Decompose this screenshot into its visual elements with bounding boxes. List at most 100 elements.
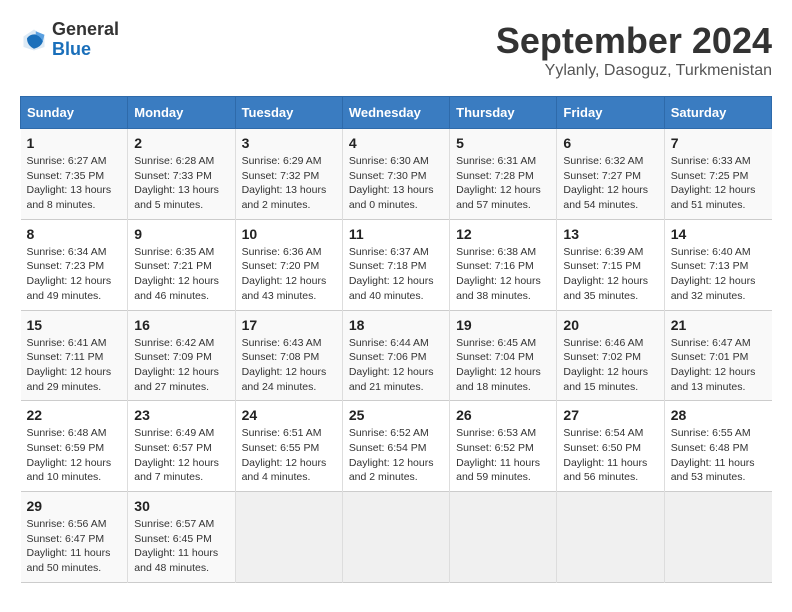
cell-info: Sunrise: 6:53 AMSunset: 6:52 PMDaylight:…	[456, 427, 540, 483]
cell-info: Sunrise: 6:34 AMSunset: 7:23 PMDaylight:…	[27, 246, 112, 302]
calendar-cell: 10 Sunrise: 6:36 AMSunset: 7:20 PMDayligh…	[235, 219, 342, 310]
calendar-cell: 20 Sunrise: 6:46 AMSunset: 7:02 PMDayligh…	[557, 310, 664, 401]
calendar-cell: 22 Sunrise: 6:48 AMSunset: 6:59 PMDayligh…	[21, 401, 128, 492]
day-number: 21	[671, 317, 766, 333]
day-number: 29	[27, 498, 122, 514]
cell-info: Sunrise: 6:32 AMSunset: 7:27 PMDaylight:…	[563, 155, 648, 211]
logo-icon	[20, 26, 48, 54]
cell-info: Sunrise: 6:46 AMSunset: 7:02 PMDaylight:…	[563, 337, 648, 393]
day-number: 14	[671, 226, 766, 242]
calendar-cell: 8 Sunrise: 6:34 AMSunset: 7:23 PMDaylight…	[21, 219, 128, 310]
cell-info: Sunrise: 6:47 AMSunset: 7:01 PMDaylight:…	[671, 337, 756, 393]
cell-info: Sunrise: 6:31 AMSunset: 7:28 PMDaylight:…	[456, 155, 541, 211]
calendar-cell: 15 Sunrise: 6:41 AMSunset: 7:11 PMDayligh…	[21, 310, 128, 401]
calendar-cell	[342, 492, 449, 583]
day-number: 7	[671, 135, 766, 151]
cell-info: Sunrise: 6:27 AMSunset: 7:35 PMDaylight:…	[27, 155, 112, 211]
month-title: September 2024	[496, 20, 772, 62]
calendar-cell: 17Sunrise: 6:43 AMSunset: 7:08 PMDayligh…	[235, 310, 342, 401]
calendar-table: SundayMondayTuesdayWednesdayThursdayFrid…	[20, 96, 772, 583]
logo-text: General Blue	[52, 20, 119, 60]
day-number: 5	[456, 135, 550, 151]
cell-info: Sunrise: 6:28 AMSunset: 7:33 PMDaylight:…	[134, 155, 219, 211]
day-number: 19	[456, 317, 550, 333]
calendar-cell: 18 Sunrise: 6:44 AMSunset: 7:06 PMDayligh…	[342, 310, 449, 401]
cell-info: Sunrise: 6:40 AMSunset: 7:13 PMDaylight:…	[671, 246, 756, 302]
calendar-cell: 25Sunrise: 6:52 AMSunset: 6:54 PMDayligh…	[342, 401, 449, 492]
cell-info: Sunrise: 6:37 AMSunset: 7:18 PMDaylight:…	[349, 246, 434, 302]
day-number: 25	[349, 407, 443, 423]
day-number: 26	[456, 407, 550, 423]
calendar-cell: 5 Sunrise: 6:31 AMSunset: 7:28 PMDaylight…	[450, 129, 557, 220]
calendar-cell: 3Sunrise: 6:29 AMSunset: 7:32 PMDaylight…	[235, 129, 342, 220]
day-number: 2	[134, 135, 228, 151]
day-number: 10	[242, 226, 336, 242]
weekday-header-saturday: Saturday	[664, 97, 771, 129]
calendar-week-row: 29 Sunrise: 6:56 AMSunset: 6:47 PMDayligh…	[21, 492, 772, 583]
calendar-cell: 27 Sunrise: 6:54 AMSunset: 6:50 PMDayligh…	[557, 401, 664, 492]
weekday-header-friday: Friday	[557, 97, 664, 129]
cell-info: Sunrise: 6:55 AMSunset: 6:48 PMDaylight:…	[671, 427, 755, 483]
day-number: 18	[349, 317, 443, 333]
calendar-cell: 11 Sunrise: 6:37 AMSunset: 7:18 PMDayligh…	[342, 219, 449, 310]
day-number: 12	[456, 226, 550, 242]
calendar-week-row: 15 Sunrise: 6:41 AMSunset: 7:11 PMDayligh…	[21, 310, 772, 401]
cell-info: Sunrise: 6:56 AMSunset: 6:47 PMDaylight:…	[27, 518, 111, 574]
cell-info: Sunrise: 6:44 AMSunset: 7:06 PMDaylight:…	[349, 337, 434, 393]
day-number: 23	[134, 407, 228, 423]
cell-info: Sunrise: 6:54 AMSunset: 6:50 PMDaylight:…	[563, 427, 647, 483]
day-number: 11	[349, 226, 443, 242]
cell-info: Sunrise: 6:38 AMSunset: 7:16 PMDaylight:…	[456, 246, 541, 302]
calendar-cell	[235, 492, 342, 583]
cell-info: Sunrise: 6:35 AMSunset: 7:21 PMDaylight:…	[134, 246, 219, 302]
cell-info: Sunrise: 6:36 AMSunset: 7:20 PMDaylight:…	[242, 246, 327, 302]
calendar-cell: 1 Sunrise: 6:27 AMSunset: 7:35 PMDaylight…	[21, 129, 128, 220]
calendar-cell	[664, 492, 771, 583]
calendar-cell: 21 Sunrise: 6:47 AMSunset: 7:01 PMDayligh…	[664, 310, 771, 401]
day-number: 17	[242, 317, 336, 333]
cell-info: Sunrise: 6:45 AMSunset: 7:04 PMDaylight:…	[456, 337, 541, 393]
day-number: 27	[563, 407, 657, 423]
calendar-cell: 13 Sunrise: 6:39 AMSunset: 7:15 PMDayligh…	[557, 219, 664, 310]
title-block: September 2024 Yylanly, Dasoguz, Turkmen…	[496, 20, 772, 80]
cell-info: Sunrise: 6:29 AMSunset: 7:32 PMDaylight:…	[242, 155, 327, 211]
day-number: 20	[563, 317, 657, 333]
calendar-cell: 28 Sunrise: 6:55 AMSunset: 6:48 PMDayligh…	[664, 401, 771, 492]
cell-info: Sunrise: 6:57 AMSunset: 6:45 PMDaylight:…	[134, 518, 218, 574]
calendar-cell: 19 Sunrise: 6:45 AMSunset: 7:04 PMDayligh…	[450, 310, 557, 401]
cell-info: Sunrise: 6:30 AMSunset: 7:30 PMDaylight:…	[349, 155, 434, 211]
weekday-header-monday: Monday	[128, 97, 235, 129]
day-number: 8	[27, 226, 122, 242]
day-number: 15	[27, 317, 122, 333]
calendar-cell: 23 Sunrise: 6:49 AMSunset: 6:57 PMDayligh…	[128, 401, 235, 492]
day-number: 13	[563, 226, 657, 242]
calendar-week-row: 22 Sunrise: 6:48 AMSunset: 6:59 PMDayligh…	[21, 401, 772, 492]
calendar-cell: 24 Sunrise: 6:51 AMSunset: 6:55 PMDayligh…	[235, 401, 342, 492]
cell-info: Sunrise: 6:48 AMSunset: 6:59 PMDaylight:…	[27, 427, 112, 483]
calendar-cell: 30Sunrise: 6:57 AMSunset: 6:45 PMDayligh…	[128, 492, 235, 583]
cell-info: Sunrise: 6:41 AMSunset: 7:11 PMDaylight:…	[27, 337, 112, 393]
cell-info: Sunrise: 6:33 AMSunset: 7:25 PMDaylight:…	[671, 155, 756, 211]
cell-info: Sunrise: 6:51 AMSunset: 6:55 PMDaylight:…	[242, 427, 327, 483]
logo: General Blue	[20, 20, 119, 60]
day-number: 24	[242, 407, 336, 423]
calendar-cell: 2 Sunrise: 6:28 AMSunset: 7:33 PMDaylight…	[128, 129, 235, 220]
cell-info: Sunrise: 6:49 AMSunset: 6:57 PMDaylight:…	[134, 427, 219, 483]
calendar-cell	[450, 492, 557, 583]
weekday-header-thursday: Thursday	[450, 97, 557, 129]
calendar-week-row: 1 Sunrise: 6:27 AMSunset: 7:35 PMDaylight…	[21, 129, 772, 220]
calendar-cell: 16Sunrise: 6:42 AMSunset: 7:09 PMDayligh…	[128, 310, 235, 401]
calendar-cell: 7 Sunrise: 6:33 AMSunset: 7:25 PMDaylight…	[664, 129, 771, 220]
day-number: 1	[27, 135, 122, 151]
weekday-header-row: SundayMondayTuesdayWednesdayThursdayFrid…	[21, 97, 772, 129]
day-number: 4	[349, 135, 443, 151]
day-number: 28	[671, 407, 766, 423]
cell-info: Sunrise: 6:39 AMSunset: 7:15 PMDaylight:…	[563, 246, 648, 302]
cell-info: Sunrise: 6:42 AMSunset: 7:09 PMDaylight:…	[134, 337, 219, 393]
weekday-header-wednesday: Wednesday	[342, 97, 449, 129]
calendar-cell: 9Sunrise: 6:35 AMSunset: 7:21 PMDaylight…	[128, 219, 235, 310]
location: Yylanly, Dasoguz, Turkmenistan	[496, 62, 772, 80]
day-number: 6	[563, 135, 657, 151]
day-number: 22	[27, 407, 122, 423]
calendar-cell: 14 Sunrise: 6:40 AMSunset: 7:13 PMDayligh…	[664, 219, 771, 310]
